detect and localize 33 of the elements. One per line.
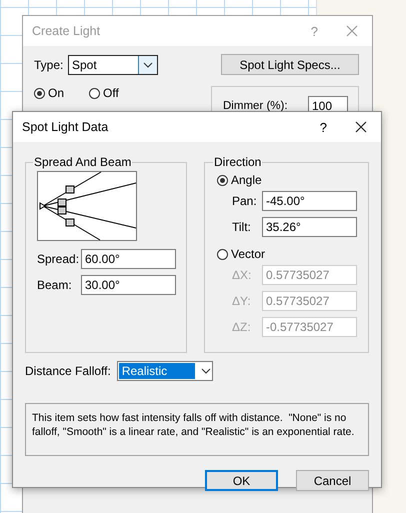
spot-light-specs-button[interactable]: Spot Light Specs... xyxy=(221,54,359,75)
field-label: Spread: xyxy=(37,252,80,266)
field-label: ΔZ: xyxy=(232,320,252,334)
ok-button[interactable]: OK xyxy=(205,470,278,491)
mode-radio[interactable]: Vector xyxy=(217,247,333,261)
falloff-dropdown[interactable]: Realistic xyxy=(116,361,213,381)
field-label: Tilt: xyxy=(232,220,252,234)
field-label: ΔY: xyxy=(232,294,252,308)
chevron-icon xyxy=(143,62,153,68)
type-dropdown[interactable]: Spot xyxy=(68,54,158,74)
value-field[interactable]: 30.00° xyxy=(81,275,176,295)
value-field[interactable]: 60.00° xyxy=(81,249,176,269)
description-text: This item sets how fast intensity falls off with distance. "None" is no falloff, "Smooth" is a linear rate, and "Realistic" is an exponential rate. xyxy=(32,411,356,439)
field-label: ΔX: xyxy=(232,268,252,282)
mode-radio[interactable]: Angle xyxy=(217,173,333,187)
value-field[interactable]: -45.00° xyxy=(262,191,357,211)
value-field[interactable]: 35.26° xyxy=(262,217,357,237)
dialog-title: Spot Light Data xyxy=(22,120,110,134)
chevron-icon xyxy=(200,368,211,374)
type-label: Type: xyxy=(34,58,64,72)
power-radio[interactable]: On xyxy=(34,86,64,100)
dimmer-label: Dimmer (%): xyxy=(223,100,288,112)
field-label: Pan: xyxy=(232,194,258,208)
cancel-button[interactable]: Cancel xyxy=(296,470,369,491)
falloff-label: Distance Falloff: xyxy=(25,364,111,378)
close-icon[interactable] xyxy=(355,121,367,133)
group-title: Direction xyxy=(213,155,262,169)
power-radio[interactable]: Off xyxy=(89,86,119,100)
group-title: Spread And Beam xyxy=(33,155,132,169)
dropdown-button[interactable] xyxy=(138,56,157,74)
window-title: Create Light xyxy=(32,24,102,38)
help-button[interactable]: ? xyxy=(320,120,327,134)
field-label: Beam: xyxy=(37,278,73,292)
